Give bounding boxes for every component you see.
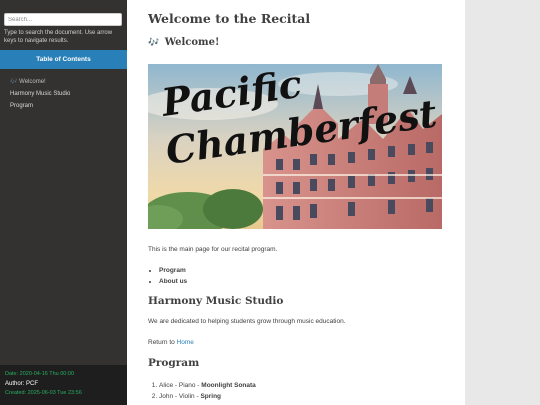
program-piece: Moonlight Sonata: [201, 382, 256, 389]
main-content: Welcome to the Recital 🎶 Welcome! Pacifi…: [127, 0, 465, 405]
section-title: Welcome!: [164, 37, 220, 48]
toc-header: Table of Contents: [0, 50, 127, 69]
list-item-program[interactable]: Program: [159, 265, 187, 276]
meta-date: Date: 2020-04-16 Thu 00:00: [5, 371, 75, 377]
recital-banner-image: Pacific Chamberfest: [148, 64, 442, 229]
intro-paragraph: This is the main page for our recital pr…: [148, 246, 278, 253]
table-of-contents: 🎶 Welcome! Harmony Music Studio Program: [0, 76, 127, 112]
program-piece: Spring: [200, 393, 222, 400]
studio-paragraph: We are dedicated to helping students gro…: [148, 318, 346, 325]
toc-item-harmony-music-studio[interactable]: Harmony Music Studio: [0, 88, 127, 100]
document-meta: Date: 2020-04-16 Thu 00:00 Author: PCF C…: [0, 365, 127, 405]
return-text: Return to: [148, 339, 175, 346]
section-heading-harmony: Harmony Music Studio: [148, 295, 284, 307]
list-item-about-us[interactable]: About us: [159, 276, 187, 287]
toc-item-label: Welcome!: [19, 79, 46, 85]
search-input[interactable]: [4, 13, 122, 26]
meta-created: Created: 2025-06-03 Tue 23:56: [5, 390, 82, 396]
toc-item-welcome[interactable]: 🎶 Welcome!: [0, 76, 127, 88]
home-link[interactable]: Home: [177, 339, 194, 346]
program-performer: John - Violin -: [159, 393, 201, 400]
meta-author: Author: PCF: [5, 380, 39, 387]
musical-notes-icon: 🎶: [10, 79, 18, 85]
sidebar: Type to search the document. Use arrow k…: [0, 0, 127, 405]
section-heading-welcome: 🎶 Welcome!: [148, 37, 219, 48]
section-heading-program: Program: [148, 357, 200, 369]
banner-illustration: Pacific Chamberfest: [148, 64, 442, 229]
program-performer: Alice - Piano -: [159, 382, 202, 389]
link-list: Program About us: [148, 265, 187, 287]
search-help-text: Type to search the document. Use arrow k…: [4, 30, 113, 44]
return-line: Return to Home: [148, 339, 194, 346]
program-item: John - Violin - Spring: [159, 391, 256, 402]
toc-item-program[interactable]: Program: [0, 100, 127, 112]
program-list: Alice - Piano - Moonlight Sonata John - …: [148, 380, 256, 402]
musical-notes-icon: 🎶: [148, 38, 160, 48]
page-title: Welcome to the Recital: [148, 11, 311, 26]
program-item: Alice - Piano - Moonlight Sonata: [159, 380, 256, 391]
